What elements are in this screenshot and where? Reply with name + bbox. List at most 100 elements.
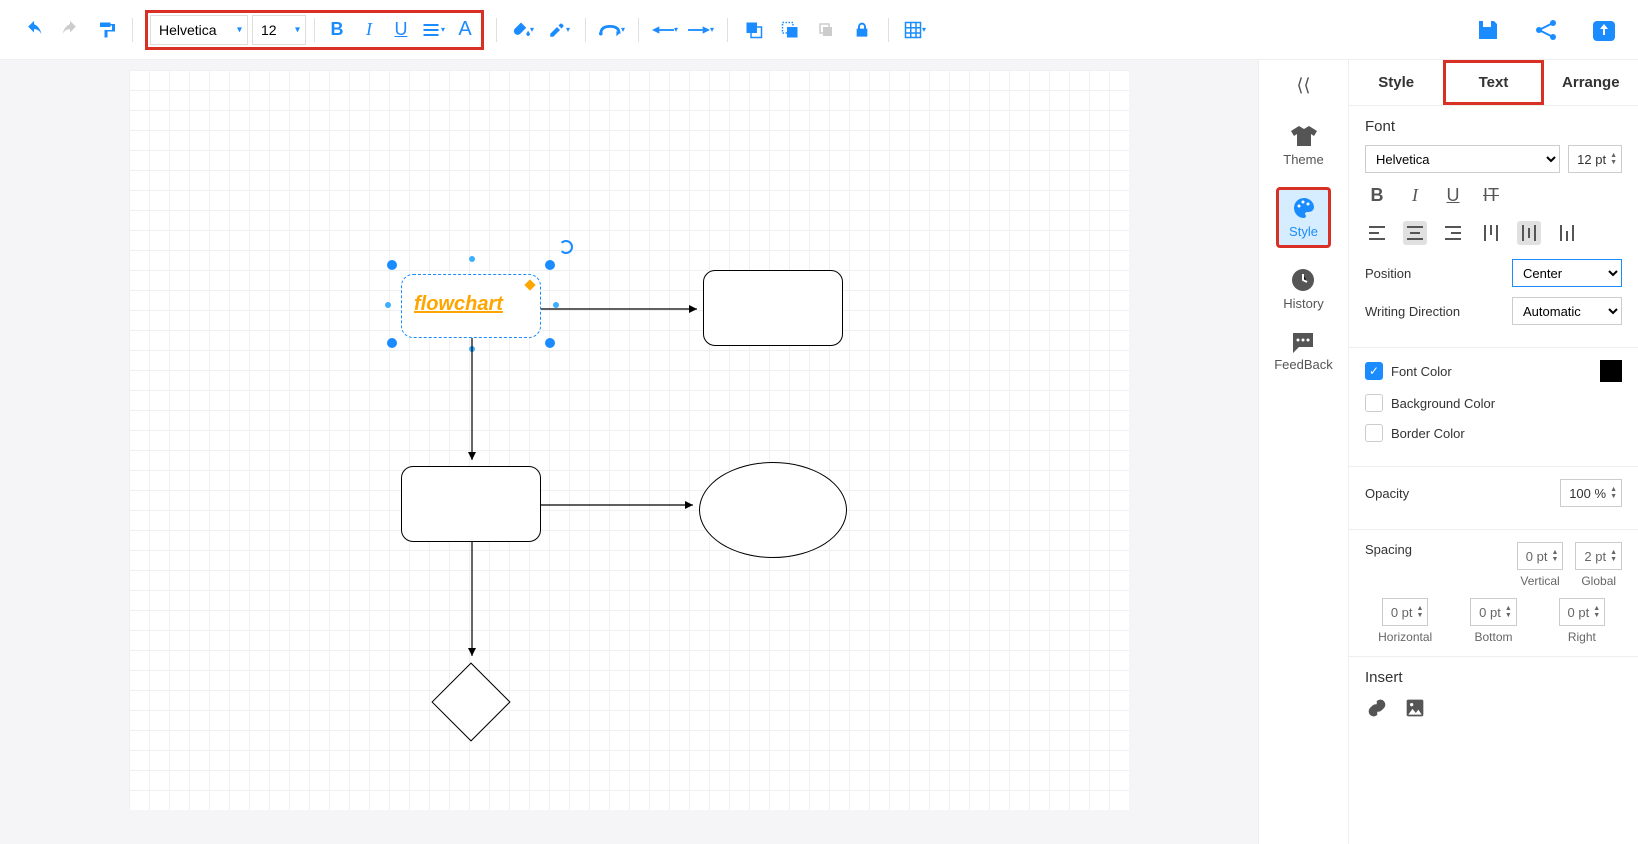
connector[interactable] — [467, 338, 477, 470]
font-family-select[interactable]: Helvetica — [150, 15, 248, 45]
separator — [132, 18, 133, 42]
selection-mid-handle[interactable] — [385, 302, 391, 308]
sidenav-history[interactable]: History — [1283, 268, 1323, 311]
duplicate-button[interactable] — [812, 16, 840, 44]
tab-text[interactable]: Text — [1443, 60, 1543, 105]
save-button[interactable] — [1474, 16, 1502, 44]
format-painter-button[interactable] — [92, 16, 120, 44]
insert-section: Insert — [1349, 657, 1638, 732]
align-dropdown[interactable]: ▾ — [419, 16, 447, 44]
line-color-button[interactable]: ▾ — [545, 16, 573, 44]
align-center-button[interactable] — [1403, 221, 1427, 245]
to-front-button[interactable] — [740, 16, 768, 44]
valign-bottom-button[interactable] — [1555, 221, 1579, 245]
panel-underline-button[interactable]: U — [1441, 183, 1465, 207]
sidenav-label: Style — [1289, 224, 1318, 239]
valign-middle-button[interactable] — [1517, 221, 1541, 245]
shape-label[interactable]: flowchart — [414, 293, 503, 316]
italic-button[interactable]: I — [355, 16, 383, 44]
text-align-row — [1365, 221, 1622, 245]
separator — [314, 18, 315, 42]
palette-icon — [1292, 196, 1316, 220]
panel-font-size-spinner[interactable]: 12 pt▲▼ — [1568, 145, 1622, 173]
undo-button[interactable] — [20, 16, 48, 44]
insert-image-button[interactable] — [1403, 696, 1427, 720]
spacing-right-spinner[interactable]: 0 pt▲▼ — [1559, 598, 1606, 626]
toolbar-right — [1474, 16, 1618, 44]
selection-handle[interactable] — [387, 338, 397, 348]
tab-arrange[interactable]: Arrange — [1544, 60, 1638, 105]
toolbar: Helvetica 12 B I U ▾ A ▾ ▾ ▾ ▾ ▾ ▾ — [0, 0, 1638, 60]
sidenav-style[interactable]: Style — [1276, 187, 1331, 248]
writing-direction-label: Writing Direction — [1365, 304, 1460, 319]
line-end-button[interactable]: ▾ — [687, 16, 715, 44]
shape-rect[interactable] — [703, 270, 843, 346]
spacing-vertical-spinner[interactable]: 0 pt▲▼ — [1517, 542, 1564, 570]
separator — [888, 18, 889, 42]
shape-rect[interactable] — [401, 466, 541, 542]
selection-mid-handle[interactable] — [469, 256, 475, 262]
selection-handle[interactable] — [545, 338, 555, 348]
separator — [585, 18, 586, 42]
spacing-global-spinner[interactable]: 2 pt▲▼ — [1575, 542, 1622, 570]
lock-button[interactable] — [848, 16, 876, 44]
underline-button[interactable]: U — [387, 16, 415, 44]
connector[interactable] — [541, 304, 707, 314]
insert-link-button[interactable] — [1365, 696, 1389, 720]
export-button[interactable] — [1590, 16, 1618, 44]
font-color-checkbox[interactable]: ✓ — [1365, 362, 1383, 380]
panel-font-family-select[interactable]: Helvetica — [1365, 145, 1560, 173]
side-nav: ⟨⟨ Theme Style History FeedBack — [1258, 60, 1348, 844]
redo-button[interactable] — [56, 16, 84, 44]
separator — [727, 18, 728, 42]
font-color-label: Font Color — [1391, 364, 1592, 379]
table-button[interactable]: ▾ — [901, 16, 929, 44]
properties-panel: Style Text Arrange Font Helvetica 12 pt▲… — [1348, 60, 1638, 844]
selection-handle[interactable] — [545, 260, 555, 270]
font-color-button[interactable]: A — [451, 16, 479, 44]
anchor-point[interactable] — [524, 279, 535, 290]
opacity-spinner[interactable]: 100 %▲▼ — [1560, 479, 1622, 507]
canvas[interactable]: flowchart — [129, 70, 1129, 810]
connection-style-button[interactable]: ▾ — [598, 16, 626, 44]
opacity-section: Opacity 100 %▲▼ — [1349, 467, 1638, 530]
line-start-button[interactable]: ▾ — [651, 16, 679, 44]
clock-icon — [1291, 268, 1315, 292]
sidenav-label: FeedBack — [1274, 357, 1333, 372]
bg-color-checkbox[interactable] — [1365, 394, 1383, 412]
selection-handle[interactable] — [387, 260, 397, 270]
spacing-horizontal-spinner[interactable]: 0 pt▲▼ — [1382, 598, 1429, 626]
writing-direction-select[interactable]: Automatic — [1512, 297, 1622, 325]
shape-ellipse[interactable] — [699, 462, 847, 558]
tab-style[interactable]: Style — [1349, 60, 1443, 105]
share-button[interactable] — [1532, 16, 1560, 44]
to-back-button[interactable] — [776, 16, 804, 44]
position-select[interactable]: Center — [1512, 259, 1622, 287]
collapse-panel-button[interactable]: ⟨⟨ — [1296, 75, 1310, 96]
border-color-label: Border Color — [1391, 426, 1465, 441]
connector[interactable] — [467, 542, 477, 666]
sidenav-theme[interactable]: Theme — [1283, 126, 1323, 167]
separator — [638, 18, 639, 42]
shape-flowchart-rect[interactable]: flowchart — [401, 274, 541, 338]
panel-bold-button[interactable]: B — [1365, 183, 1389, 207]
border-color-checkbox[interactable] — [1365, 424, 1383, 442]
color-section: ✓ Font Color Background Color Border Col… — [1349, 348, 1638, 467]
valign-top-button[interactable] — [1479, 221, 1503, 245]
panel-italic-button[interactable]: I — [1403, 183, 1427, 207]
panel-strikethrough-button[interactable]: IT — [1479, 183, 1503, 207]
section-header: Font — [1365, 118, 1622, 135]
rotate-handle[interactable] — [559, 240, 573, 254]
canvas-area[interactable]: flowchart — [0, 60, 1258, 844]
spacing-bottom-spinner[interactable]: 0 pt▲▼ — [1470, 598, 1517, 626]
font-color-swatch[interactable] — [1600, 360, 1622, 382]
connector[interactable] — [541, 500, 703, 510]
align-right-button[interactable] — [1441, 221, 1465, 245]
sidenav-feedback[interactable]: FeedBack — [1274, 331, 1333, 372]
position-label: Position — [1365, 266, 1411, 281]
fill-color-button[interactable]: ▾ — [509, 16, 537, 44]
align-left-button[interactable] — [1365, 221, 1389, 245]
font-size-select[interactable]: 12 — [252, 15, 306, 45]
bold-button[interactable]: B — [323, 16, 351, 44]
shape-diamond[interactable] — [431, 662, 510, 741]
